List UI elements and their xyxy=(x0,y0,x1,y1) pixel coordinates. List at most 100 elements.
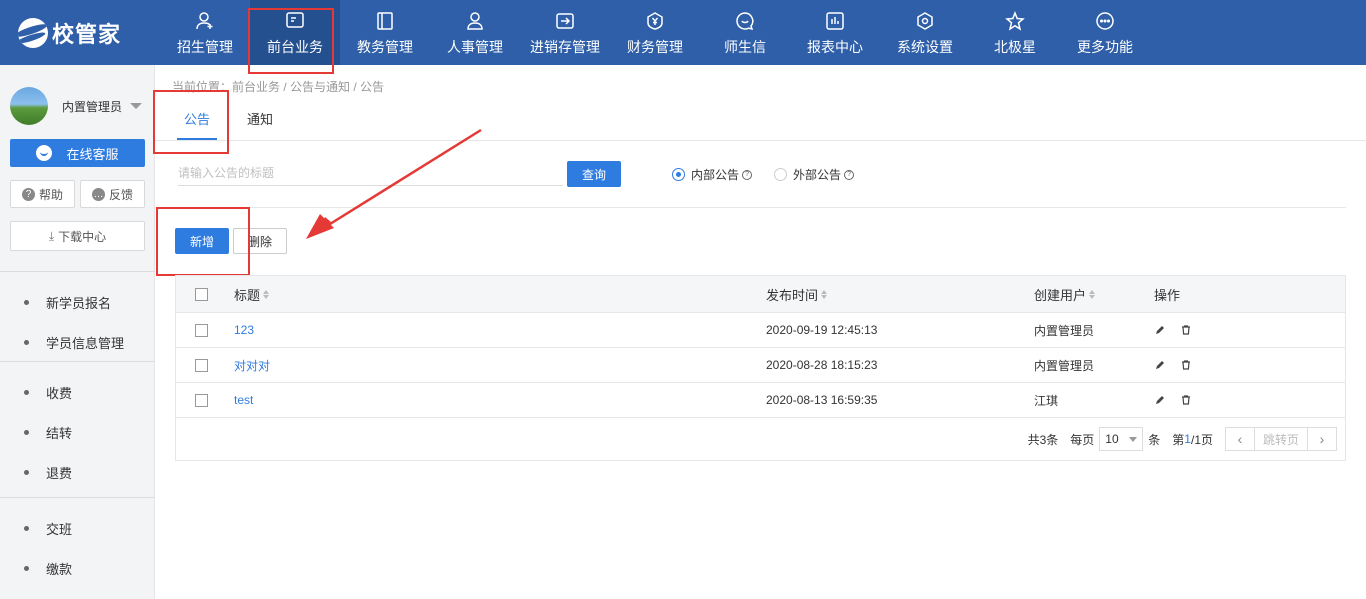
table-row: 123 2020-09-19 12:45:13 内置管理员 xyxy=(176,313,1345,348)
column-label: 发布时间 xyxy=(766,287,819,303)
edit-icon[interactable] xyxy=(1154,394,1166,406)
nav-label: 财务管理 xyxy=(627,39,683,55)
sidebar-group-shift: 交班 缴款 xyxy=(0,497,155,588)
edit-icon[interactable] xyxy=(1154,359,1166,371)
sidebar-item-label: 交班 xyxy=(46,521,73,537)
app-logo[interactable]: 校管家 xyxy=(18,17,121,49)
title-link[interactable]: 对对对 xyxy=(234,357,270,374)
nav-item-reports[interactable]: 报表中心 xyxy=(790,0,880,65)
nav-item-polaris[interactable]: 北极星 xyxy=(970,0,1060,65)
user-name: 内置管理员 xyxy=(62,99,123,114)
sidebar-item-label: 收费 xyxy=(46,385,73,401)
sidebar-item-handover[interactable]: 交班 xyxy=(0,508,155,548)
sidebar-item-label: 学员信息管理 xyxy=(46,335,125,351)
column-label: 标题 xyxy=(234,287,261,303)
inventory-icon xyxy=(554,10,576,32)
sidebar-item-charge[interactable]: 收费 xyxy=(0,372,155,412)
row-checkbox[interactable] xyxy=(195,393,208,407)
row-ops-cell xyxy=(1154,313,1344,347)
row-ops-cell xyxy=(1154,383,1344,417)
trash-icon[interactable] xyxy=(1180,324,1192,336)
sort-icon xyxy=(821,289,828,299)
question-icon: ? xyxy=(21,187,35,201)
row-checkbox[interactable] xyxy=(195,323,208,337)
bullet-icon xyxy=(24,525,29,531)
bullet-icon xyxy=(24,299,29,305)
nav-label: 更多功能 xyxy=(1077,39,1133,55)
sidebar-item-payment[interactable]: 缴款 xyxy=(0,548,155,588)
annotation-box-nav xyxy=(248,8,334,74)
per-page-group: 每页 10 条 xyxy=(1070,427,1160,451)
announcement-type-radio-group: 内部公告 ? 外部公告 ? xyxy=(672,166,876,183)
page-indicator: 第 1/1页 xyxy=(1172,431,1213,448)
prev-page-button[interactable]: ‹ xyxy=(1225,427,1255,451)
table-row: test 2020-08-13 16:59:35 江琪 xyxy=(176,383,1345,418)
row-title-cell: 对对对 xyxy=(234,348,766,382)
nav-item-messaging[interactable]: 师生信 xyxy=(700,0,790,65)
settings-icon xyxy=(914,10,936,32)
jump-page-input[interactable]: 跳转页 xyxy=(1255,427,1307,451)
nav-item-more[interactable]: 更多功能 xyxy=(1060,0,1150,65)
header-title[interactable]: 标题 xyxy=(234,276,766,312)
row-ops-cell xyxy=(1154,348,1344,382)
trash-icon[interactable] xyxy=(1180,359,1192,371)
bullet-icon xyxy=(24,565,29,571)
nav-label: 教务管理 xyxy=(357,39,413,55)
bullet-icon xyxy=(24,469,29,475)
chevron-down-icon xyxy=(1129,436,1138,442)
nav-label: 进销存管理 xyxy=(530,39,600,55)
nav-item-finance[interactable]: 财务管理 xyxy=(610,0,700,65)
download-center-button[interactable]: ⤓ 下载中心 xyxy=(10,221,145,251)
help-button[interactable]: ? 帮助 xyxy=(10,180,75,208)
nav-label: 系统设置 xyxy=(897,39,953,55)
nav-label: 报表中心 xyxy=(807,39,863,55)
row-time-cell: 2020-08-28 18:15:23 xyxy=(766,358,878,372)
trash-icon[interactable] xyxy=(1180,394,1192,406)
next-page-button[interactable]: › xyxy=(1307,427,1337,451)
tab-bar: 公告 通知 xyxy=(155,100,1366,141)
per-page-select[interactable]: 10 xyxy=(1099,427,1144,451)
help-label: 帮助 xyxy=(38,187,63,202)
header-user[interactable]: 创建用户 xyxy=(1034,276,1154,312)
sidebar-item-new-enrollment[interactable]: 新学员报名 xyxy=(0,282,155,322)
row-title-cell: 123 xyxy=(234,313,766,347)
more-icon xyxy=(1094,10,1116,32)
nav-item-enrollment[interactable]: 招生管理 xyxy=(160,0,250,65)
radio-unchecked-icon xyxy=(774,168,788,181)
nav-item-hr[interactable]: 人事管理 xyxy=(430,0,520,65)
announcement-table: 标题 发布时间 创建用户 操作 123 2020-09-19 12:45:13 … xyxy=(175,275,1346,461)
nav-label: 北极星 xyxy=(994,39,1036,55)
help-circle-icon[interactable]: ? xyxy=(844,169,855,180)
header-time[interactable]: 发布时间 xyxy=(766,276,1034,312)
tab-notice[interactable]: 通知 xyxy=(240,100,280,140)
sidebar-item-student-info[interactable]: 学员信息管理 xyxy=(0,322,155,362)
title-link[interactable]: test xyxy=(234,393,253,407)
select-all-checkbox[interactable] xyxy=(195,287,208,301)
radio-internal[interactable]: 内部公告 ? xyxy=(672,166,753,183)
feedback-icon: … xyxy=(91,187,105,201)
sidebar-item-carryover[interactable]: 结转 xyxy=(0,412,155,452)
header-checkbox-cell xyxy=(176,276,234,312)
nav-label: 招生管理 xyxy=(177,39,233,55)
nav-item-academic[interactable]: 教务管理 xyxy=(340,0,430,65)
nav-item-settings[interactable]: 系统设置 xyxy=(880,0,970,65)
download-label: 下载中心 xyxy=(58,229,107,244)
per-page-label: 每页 xyxy=(1070,432,1095,447)
help-circle-icon[interactable]: ? xyxy=(742,169,753,180)
radio-external[interactable]: 外部公告 ? xyxy=(774,166,855,183)
edit-icon[interactable] xyxy=(1154,324,1166,336)
page-suffix: /1页 xyxy=(1190,432,1213,447)
online-service-button[interactable]: 在线客服 xyxy=(10,139,145,167)
report-icon xyxy=(824,10,846,32)
nav-item-inventory[interactable]: 进销存管理 xyxy=(520,0,610,65)
sidebar-item-refund[interactable]: 退费 xyxy=(0,452,155,492)
user-menu[interactable]: 内置管理员 xyxy=(10,87,143,125)
search-input[interactable] xyxy=(178,161,563,186)
feedback-button[interactable]: … 反馈 xyxy=(80,180,145,208)
query-button[interactable]: 查询 xyxy=(567,161,621,187)
logo-mark-icon xyxy=(18,18,48,48)
row-user-cell: 内置管理员 xyxy=(1034,358,1095,373)
title-link[interactable]: 123 xyxy=(234,323,254,337)
sidebar-item-label: 缴款 xyxy=(46,561,73,577)
row-checkbox[interactable] xyxy=(195,358,208,372)
